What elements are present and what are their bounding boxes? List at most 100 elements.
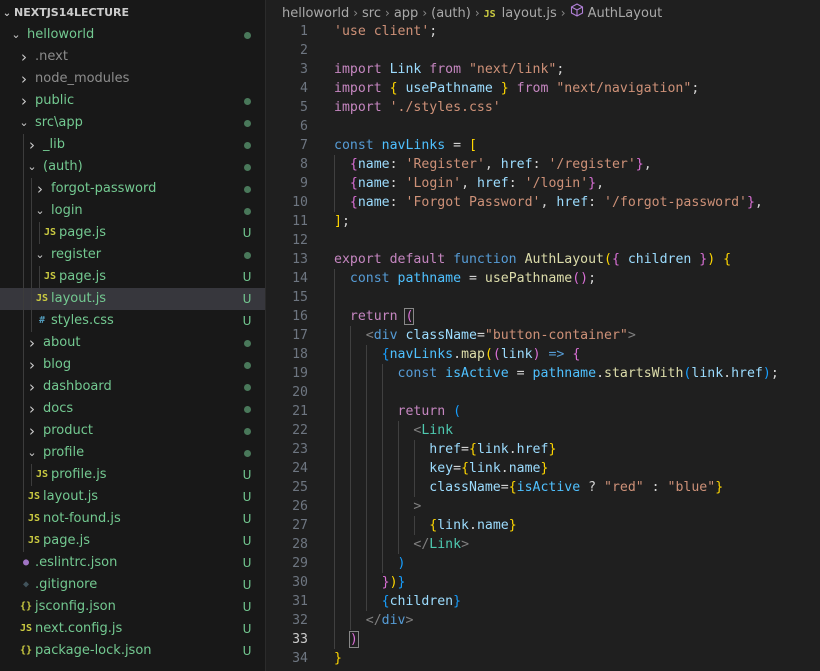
code-token: link — [500, 347, 533, 362]
code-token: '/register' — [548, 157, 636, 172]
tree-folder[interactable]: › forgot-password — [0, 178, 265, 200]
tree-file[interactable]: JS page.js U — [0, 222, 265, 244]
code-line[interactable]: 34} — [266, 649, 820, 668]
code-line[interactable]: 2 — [266, 41, 820, 60]
tree-file[interactable]: JS page.js U — [0, 530, 265, 552]
breadcrumb-item[interactable]: src — [362, 6, 381, 21]
line-number: 3 — [300, 62, 308, 77]
code-line[interactable]: 21 return ( — [266, 402, 820, 421]
tree-folder[interactable]: › dashboard — [0, 376, 265, 398]
code-line[interactable]: 28 </Link> — [266, 535, 820, 554]
code-line[interactable]: 7 const navLinks = [ — [266, 136, 820, 155]
tree-folder[interactable]: ⌄ src\app — [0, 112, 265, 134]
git-status-untracked: U — [242, 226, 252, 240]
code-editor[interactable]: 1'use client'; 2 3 import Link from "next/l… — [266, 22, 820, 668]
code-line[interactable]: 9 {name: 'Login', href: '/login'}, — [266, 174, 820, 193]
tree-folder[interactable]: › about — [0, 332, 265, 354]
tree-file[interactable]: JS layout.js U — [0, 288, 265, 310]
tree-file[interactable]: JS page.js U — [0, 266, 265, 288]
code-token: } — [453, 594, 462, 609]
tree-folder[interactable]: › product — [0, 420, 265, 442]
git-status-untracked: U — [242, 578, 252, 592]
code-line[interactable]: 33 ) — [266, 630, 820, 649]
code-line[interactable]: 18 {navLinks.map((link) => { — [266, 345, 820, 364]
code-token: = — [476, 328, 485, 343]
code-token: ) — [707, 252, 724, 267]
code-line[interactable]: 12 — [266, 231, 820, 250]
tree-file[interactable]: {} jsconfig.json U — [0, 596, 265, 618]
tree-file[interactable]: ◆ .gitignore U — [0, 574, 265, 596]
tree-folder[interactable]: › docs — [0, 398, 265, 420]
code-line[interactable]: 16 return ( — [266, 307, 820, 326]
indent-guide — [334, 383, 335, 402]
code-line[interactable]: 6 — [266, 117, 820, 136]
tree-folder[interactable]: ⌄ (auth) — [0, 156, 265, 178]
code-token: startsWith — [604, 366, 684, 381]
tree-folder[interactable]: ⌄ register — [0, 244, 265, 266]
code-token: ; — [429, 24, 438, 39]
code-line[interactable]: 14 const pathname = usePathname(); — [266, 269, 820, 288]
code-line[interactable]: 22 <Link — [266, 421, 820, 440]
code-line[interactable]: 15 — [266, 288, 820, 307]
breadcrumb-file[interactable]: layout.js — [502, 6, 557, 21]
code-line[interactable]: 24 key={link.name} — [266, 459, 820, 478]
code-line[interactable]: 17 <div className="button-container"> — [266, 326, 820, 345]
tree-file[interactable]: JS not-found.js U — [0, 508, 265, 530]
breadcrumb-item[interactable]: helloworld — [282, 6, 349, 21]
tree-folder[interactable]: ⌄ login — [0, 200, 265, 222]
code-line[interactable]: 13 export default function AuthLayout({ c… — [266, 250, 820, 269]
code-token: ; — [341, 214, 350, 229]
code-token: navLinks — [381, 138, 454, 153]
tree-folder[interactable]: › .next — [0, 46, 265, 68]
code-token: ) — [762, 366, 771, 381]
line-number: 10 — [292, 195, 308, 210]
code-line[interactable]: 5 import './styles.css' — [266, 98, 820, 117]
code-line[interactable]: 10 {name: 'Forgot Password', href: '/for… — [266, 193, 820, 212]
line-number: 13 — [292, 252, 308, 267]
tree-folder[interactable]: › blog — [0, 354, 265, 376]
tree-folder[interactable]: › public — [0, 90, 265, 112]
code-line[interactable]: 26 > — [266, 497, 820, 516]
explorer-header[interactable]: ⌄ NEXTJS14LECTURE — [0, 0, 265, 25]
indent-guide — [23, 310, 24, 332]
code-line[interactable]: 11]; — [266, 212, 820, 231]
tree-file[interactable]: ● .eslintrc.json U — [0, 552, 265, 574]
tree-file[interactable]: JS layout.js U — [0, 486, 265, 508]
git-status-untracked: U — [242, 468, 252, 482]
code-line[interactable]: 4 import { usePathname } from "next/navig… — [266, 79, 820, 98]
code-token: ) — [397, 556, 406, 571]
breadcrumb-item[interactable]: app — [394, 6, 418, 21]
line-number: 32 — [292, 613, 308, 628]
tree-folder[interactable]: › _lib — [0, 134, 265, 156]
code-line[interactable]: 31 {children} — [266, 592, 820, 611]
code-line[interactable]: 30 })} — [266, 573, 820, 592]
code-line[interactable]: 25 className={isActive ? "red" : "blue"} — [266, 478, 820, 497]
breadcrumb-symbol[interactable]: AuthLayout — [588, 6, 663, 21]
tree-folder[interactable]: ⌄ profile — [0, 442, 265, 464]
code-token: ( — [603, 252, 612, 267]
code-line[interactable]: 32 </div> — [266, 611, 820, 630]
code-line[interactable]: 29 ) — [266, 554, 820, 573]
tree-file[interactable]: {} package-lock.json U — [0, 640, 265, 662]
code-token: className — [429, 480, 501, 495]
line-number: 31 — [292, 594, 308, 609]
git-status-untracked: U — [242, 314, 252, 328]
code-token: , — [596, 176, 605, 191]
code-line[interactable]: 1 'use client'; — [266, 22, 820, 41]
code-line[interactable]: 8 {name: 'Register', href: '/register'}, — [266, 155, 820, 174]
code-line[interactable]: 27 {link.name} — [266, 516, 820, 535]
tree-folder[interactable]: › node_modules — [0, 68, 265, 90]
code-token: </ — [413, 537, 430, 552]
tree-file[interactable]: # styles.css U — [0, 310, 265, 332]
tree-file[interactable]: JS profile.js U — [0, 464, 265, 486]
code-line[interactable]: 19 const isActive = pathname.startsWith(… — [266, 364, 820, 383]
code-line[interactable]: 23 href={link.href} — [266, 440, 820, 459]
tree-file[interactable]: JS next.config.js U — [0, 618, 265, 640]
breadcrumb-item[interactable]: (auth) — [431, 6, 471, 21]
line-number: 12 — [292, 233, 308, 248]
code-line[interactable]: 20 — [266, 383, 820, 402]
code-line[interactable]: 3 import Link from "next/link"; — [266, 60, 820, 79]
tree-folder[interactable]: ⌄ helloworld — [0, 24, 265, 46]
